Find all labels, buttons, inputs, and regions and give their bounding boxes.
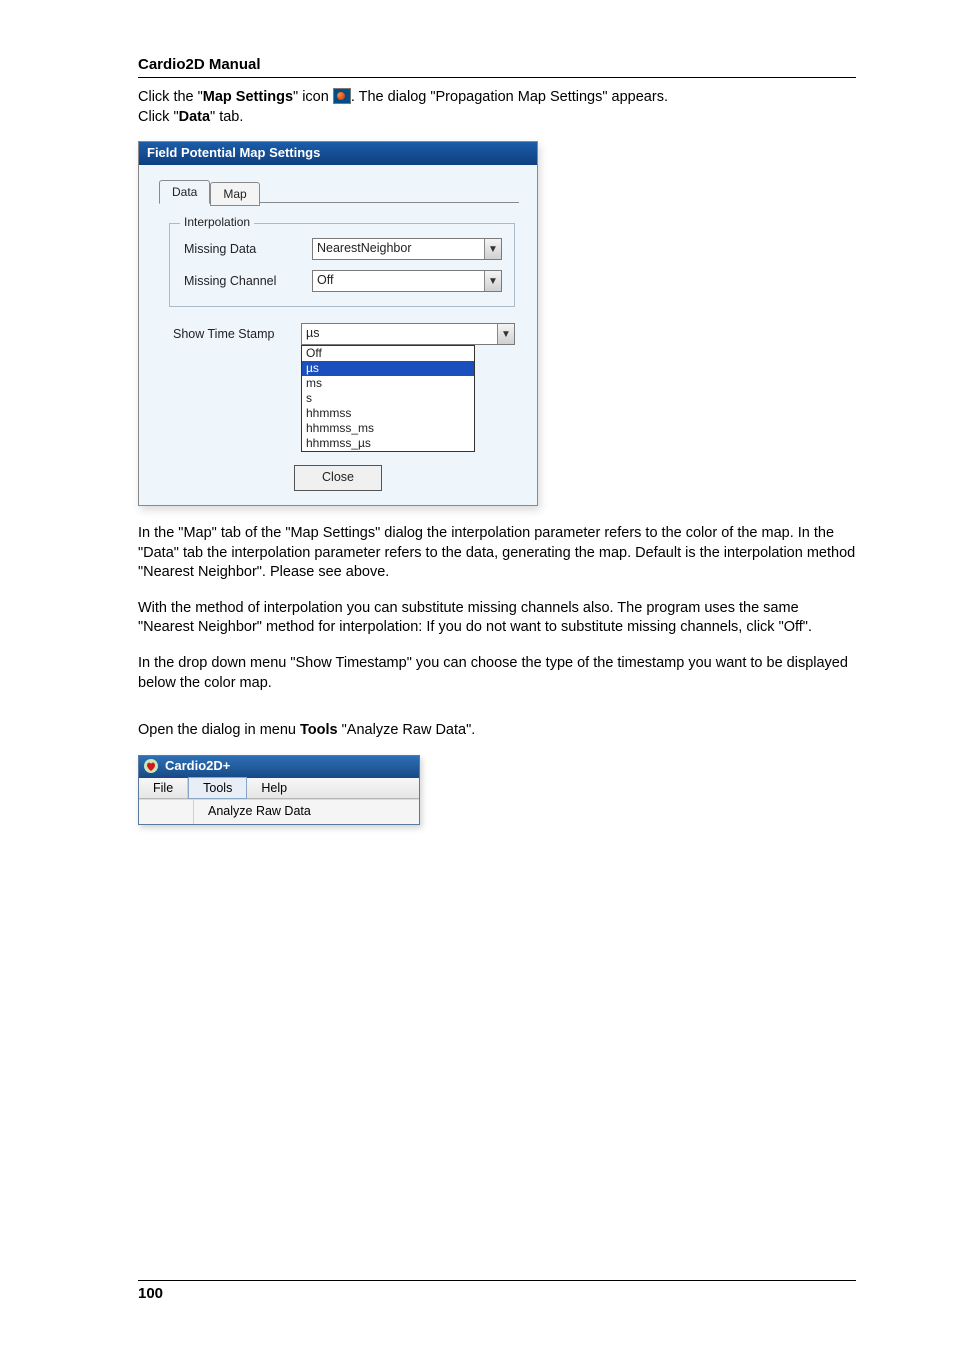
timestamp-option[interactable]: hhmmss — [302, 406, 474, 421]
timestamp-option[interactable]: hhmmss_µs — [302, 436, 474, 451]
dialog-tabs: Data Map — [159, 179, 519, 203]
chevron-down-icon: ▼ — [484, 271, 501, 291]
p4b: Tools — [300, 722, 338, 738]
show-timestamp-label: Show Time Stamp — [173, 327, 301, 341]
paragraph-2: With the method of interpolation you can… — [138, 599, 856, 638]
appwin-titlebar: Cardio2D+ — [139, 756, 419, 778]
missing-data-label: Missing Data — [184, 242, 312, 256]
show-timestamp-value: µs — [302, 324, 497, 344]
missing-channel-value: Off — [313, 271, 484, 291]
appwin-title: Cardio2D+ — [165, 758, 230, 773]
paragraph-4: Open the dialog in menu Tools "Analyze R… — [138, 721, 856, 741]
tab-data[interactable]: Data — [159, 180, 210, 204]
map-settings-icon — [333, 88, 351, 104]
manual-header: Cardio2D Manual — [138, 56, 856, 78]
menu-help[interactable]: Help — [247, 778, 301, 798]
interpolation-fieldset: Interpolation Missing Data NearestNeighb… — [169, 223, 515, 307]
paragraph-1: In the "Map" tab of the "Map Settings" d… — [138, 524, 856, 583]
intro-1b: Map Settings — [203, 89, 293, 105]
map-settings-dialog: Field Potential Map Settings Data Map In… — [138, 141, 538, 506]
intro-1c: " icon — [293, 89, 333, 105]
timestamp-option[interactable]: hhmmss_ms — [302, 421, 474, 436]
chevron-down-icon: ▼ — [484, 239, 501, 259]
intro-1d: . The dialog "Propagation Map Settings" … — [351, 89, 668, 105]
intro-2a: Click " — [138, 109, 179, 125]
p4c: "Analyze Raw Data". — [338, 722, 476, 738]
missing-channel-select[interactable]: Off ▼ — [312, 270, 502, 292]
intro-1a: Click the " — [138, 89, 203, 105]
chevron-down-icon: ▼ — [497, 324, 514, 344]
close-button[interactable]: Close — [294, 465, 382, 491]
tab-map[interactable]: Map — [210, 182, 259, 206]
intro-2c: " tab. — [210, 109, 243, 125]
menu-spacer — [139, 800, 194, 824]
menu-tools[interactable]: Tools — [188, 777, 247, 799]
fieldset-legend: Interpolation — [180, 215, 254, 229]
show-timestamp-select[interactable]: µs ▼ — [301, 323, 515, 345]
menu-item-analyze-raw-data[interactable]: Analyze Raw Data — [194, 800, 419, 824]
p4a: Open the dialog in menu — [138, 722, 300, 738]
intro-text: Click the "Map Settings" icon . The dial… — [138, 88, 856, 127]
app-heart-icon — [143, 758, 159, 774]
intro-2b: Data — [179, 109, 210, 125]
menubar: File Tools Help — [139, 778, 419, 799]
cardio2d-window: Cardio2D+ File Tools Help Analyze Raw Da… — [138, 755, 420, 825]
page-number: 100 — [138, 1280, 856, 1302]
menu-file[interactable]: File — [139, 778, 188, 798]
missing-data-value: NearestNeighbor — [313, 239, 484, 259]
tools-menu-dropdown: Analyze Raw Data — [139, 799, 419, 824]
timestamp-option[interactable]: s — [302, 391, 474, 406]
missing-channel-label: Missing Channel — [184, 274, 312, 288]
timestamp-options-list[interactable]: Offµsmsshhmmsshhmmss_mshhmmss_µs — [301, 345, 475, 452]
dialog-title: Field Potential Map Settings — [139, 142, 537, 165]
paragraph-3: In the drop down menu "Show Timestamp" y… — [138, 654, 856, 693]
timestamp-option[interactable]: ms — [302, 376, 474, 391]
timestamp-option[interactable]: Off — [302, 346, 474, 361]
timestamp-option[interactable]: µs — [302, 361, 474, 376]
missing-data-select[interactable]: NearestNeighbor ▼ — [312, 238, 502, 260]
